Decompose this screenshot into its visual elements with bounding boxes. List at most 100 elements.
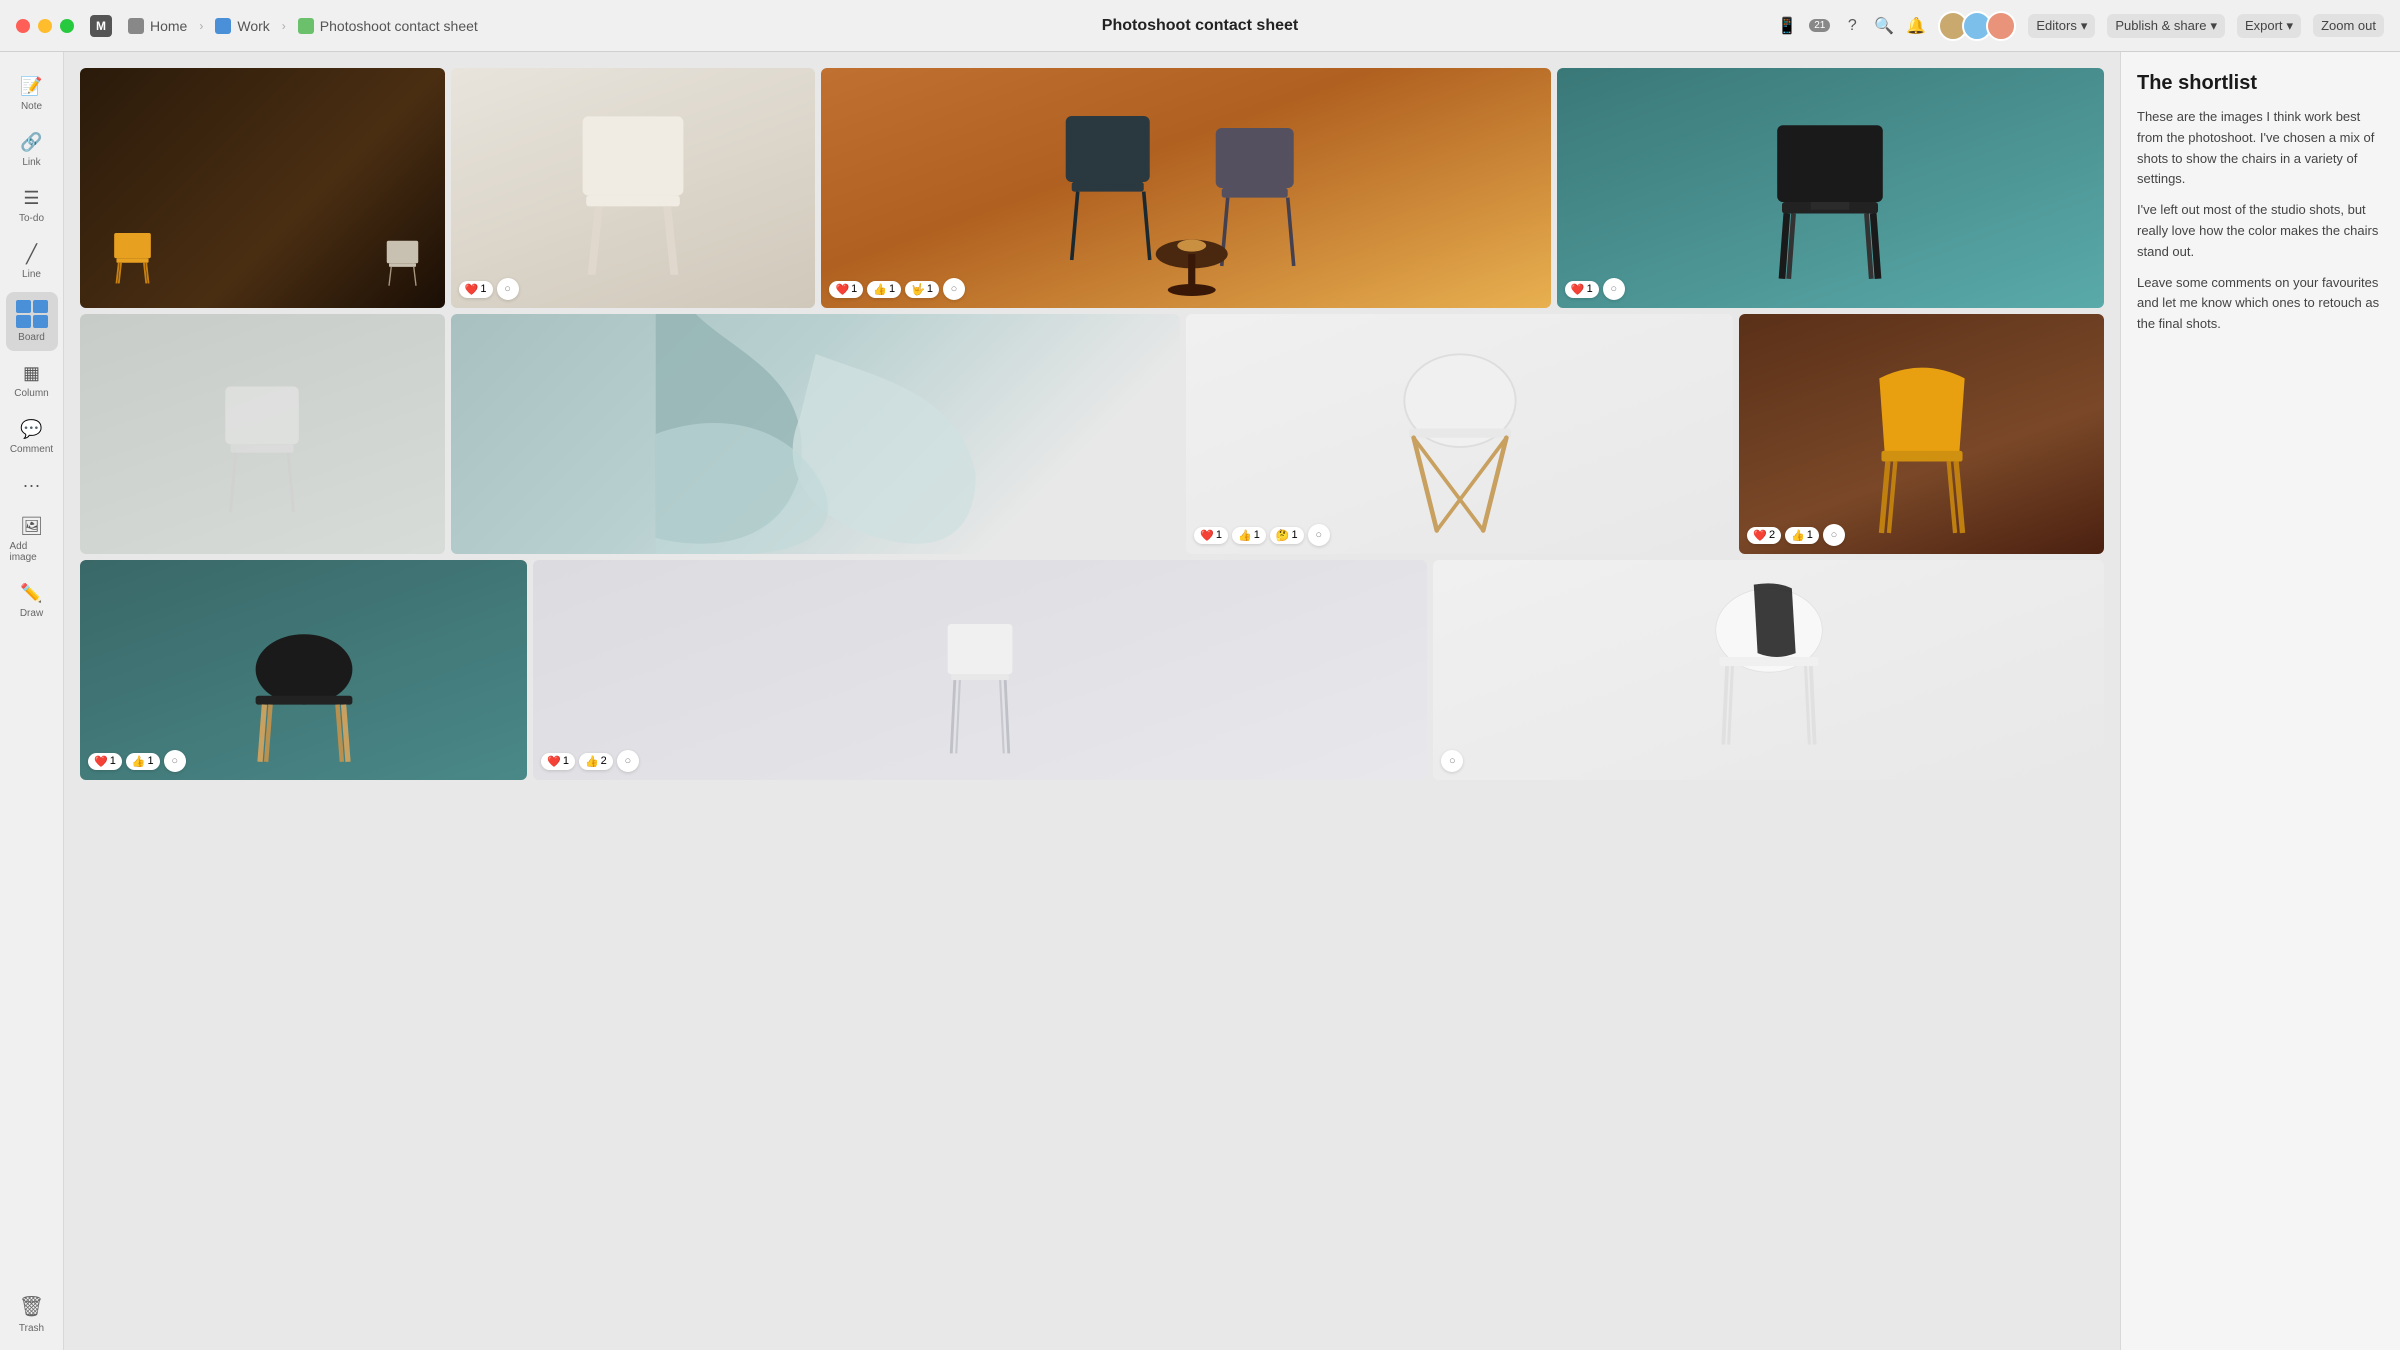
- image-row-2: ❤️ 1 👍 1 🤔 1 ○: [80, 314, 2104, 554]
- work-label: Work: [237, 18, 269, 34]
- board-icon: [16, 300, 48, 328]
- reaction-muscle-3[interactable]: 🤟 1: [905, 281, 939, 298]
- sidebar-item-line-label: Line: [22, 269, 41, 280]
- sidebar-item-board[interactable]: Board: [6, 292, 58, 351]
- sidebar-item-more[interactable]: ···: [6, 467, 58, 504]
- reaction-heart-4[interactable]: ❤️ 1: [1565, 281, 1599, 298]
- add-reaction-btn[interactable]: ○: [497, 278, 519, 300]
- page-icon: [298, 18, 314, 34]
- reaction-heart[interactable]: ❤️ 1: [459, 281, 493, 298]
- trash-icon: 🗑: [19, 1294, 44, 1319]
- editors-avatars: [1938, 11, 2016, 41]
- panel-text-1: These are the images I think work best f…: [2137, 107, 2384, 190]
- sidebar-item-column[interactable]: ▦ Column: [6, 355, 58, 407]
- reactions-2: ❤️ 1 ○: [459, 278, 519, 300]
- breadcrumb: Home › Work › Photoshoot contact sheet: [120, 14, 486, 38]
- image-cell-6[interactable]: [451, 314, 1180, 554]
- reaction-thumb-8[interactable]: 👍 1: [1785, 527, 1819, 544]
- reactions-10: ❤️ 1 👍 2 ○: [541, 750, 639, 772]
- reaction-thumb-3[interactable]: 👍 1: [867, 281, 901, 298]
- titlebar-actions: 📱 21 ? 🔍 🔔 Editors ▾ Publish & share ▾ E…: [1777, 11, 2384, 41]
- image-cell-3[interactable]: ❤️ 1 👍 1 🤟 1 ○: [821, 68, 1550, 308]
- sidebar-item-draw[interactable]: ✏️ Draw: [6, 575, 58, 627]
- add-reaction-btn-3[interactable]: ○: [943, 278, 965, 300]
- reaction-think-7[interactable]: 🤔 1: [1270, 527, 1304, 544]
- publish-share-button[interactable]: Publish & share ▾: [2107, 14, 2225, 38]
- reaction-heart-9[interactable]: ❤️ 1: [88, 753, 122, 770]
- panel-title: The shortlist: [2137, 72, 2384, 95]
- image-cell-2[interactable]: ❤️ 1 ○: [451, 68, 816, 308]
- export-button[interactable]: Export ▾: [2237, 14, 2301, 38]
- avatar-3: [1986, 11, 2016, 41]
- home-icon: [128, 18, 144, 34]
- todo-icon: ☰: [23, 188, 39, 209]
- content-area: 0 Unsorted: [64, 52, 2120, 1350]
- sidebar-item-link-label: Link: [22, 157, 40, 168]
- reactions-4: ❤️ 1 ○: [1565, 278, 1625, 300]
- sidebar-item-comment[interactable]: 💬 Comment: [6, 411, 58, 463]
- app-icon: M: [90, 15, 112, 37]
- reactions-3: ❤️ 1 👍 1 🤟 1 ○: [829, 278, 964, 300]
- trash-label: Trash: [19, 1323, 44, 1334]
- sidebar-item-draw-label: Draw: [20, 608, 43, 619]
- add-reaction-btn-7[interactable]: ○: [1308, 524, 1330, 546]
- add-reaction-btn-8[interactable]: ○: [1823, 524, 1845, 546]
- breadcrumb-work[interactable]: Work: [207, 14, 277, 38]
- sidebar-item-line[interactable]: ╱ Line: [6, 236, 58, 288]
- image-row-1: ❤️ 1 ○: [80, 68, 2104, 308]
- device-icon[interactable]: 📱: [1777, 16, 1797, 36]
- image-cell-9[interactable]: ❤️ 1 👍 1 ○: [80, 560, 527, 780]
- reaction-heart-3[interactable]: ❤️ 1: [829, 281, 863, 298]
- add-reaction-btn-9[interactable]: ○: [164, 750, 186, 772]
- sidebar-item-link[interactable]: 🔗 Link: [6, 124, 58, 176]
- image-cell-5[interactable]: [80, 314, 445, 554]
- image-cell-1[interactable]: [80, 68, 445, 308]
- close-button[interactable]: [16, 19, 30, 33]
- sidebar-item-note-label: Note: [21, 101, 42, 112]
- reaction-heart-8[interactable]: ❤️ 2: [1747, 527, 1781, 544]
- reactions-7: ❤️ 1 👍 1 🤔 1 ○: [1194, 524, 1329, 546]
- image-cell-10[interactable]: ❤️ 1 👍 2 ○: [533, 560, 1427, 780]
- minimize-button[interactable]: [38, 19, 52, 33]
- search-icon[interactable]: 🔍: [1874, 16, 1894, 36]
- home-label: Home: [150, 18, 187, 34]
- titlebar: M Home › Work › Photoshoot contact sheet…: [0, 0, 2400, 52]
- line-icon: ╱: [26, 244, 37, 265]
- breadcrumb-home[interactable]: Home: [120, 14, 195, 38]
- breadcrumb-page[interactable]: Photoshoot contact sheet: [290, 14, 486, 38]
- sidebar-item-todo-label: To-do: [19, 213, 44, 224]
- panel-text-3: Leave some comments on your favourites a…: [2137, 273, 2384, 335]
- help-icon[interactable]: ?: [1842, 16, 1862, 36]
- reaction-thumb-10[interactable]: 👍 2: [579, 753, 613, 770]
- image-cell-8[interactable]: ❤️ 2 👍 1 ○: [1739, 314, 2104, 554]
- page-label: Photoshoot contact sheet: [320, 18, 478, 34]
- image-cell-4[interactable]: ❤️ 1 ○: [1557, 68, 2104, 308]
- reaction-heart-10[interactable]: ❤️ 1: [541, 753, 575, 770]
- trash-button[interactable]: 🗑 Trash: [6, 1294, 58, 1334]
- sidebar-item-note[interactable]: 📝 Note: [6, 68, 58, 120]
- add-reaction-btn-4[interactable]: ○: [1603, 278, 1625, 300]
- more-icon: ···: [23, 475, 41, 496]
- sidebar-item-add-image-label: Add image: [10, 541, 54, 563]
- reaction-thumb-9[interactable]: 👍 1: [126, 753, 160, 770]
- add-reaction-btn-11[interactable]: ○: [1441, 750, 1463, 772]
- sidebar-item-add-image[interactable]: 🖼 Add image: [6, 508, 58, 571]
- image-row-3: ❤️ 1 👍 1 ○: [80, 560, 2104, 780]
- reaction-thumb-7[interactable]: 👍 1: [1232, 527, 1266, 544]
- notification-icon[interactable]: 🔔: [1906, 16, 1926, 36]
- maximize-button[interactable]: [60, 19, 74, 33]
- sidebar: 📝 Note 🔗 Link ☰ To-do ╱ Line Board ▦ C: [0, 52, 64, 1350]
- sidebar-item-board-label: Board: [18, 332, 45, 343]
- image-cell-11[interactable]: ○: [1433, 560, 2104, 780]
- zoom-out-button[interactable]: Zoom out: [2313, 14, 2384, 37]
- sidebar-item-column-label: Column: [14, 388, 48, 399]
- image-cell-7[interactable]: ❤️ 1 👍 1 🤔 1 ○: [1186, 314, 1733, 554]
- editors-button[interactable]: Editors ▾: [2028, 14, 2095, 38]
- page-title: Photoshoot contact sheet: [1102, 17, 1298, 35]
- add-reaction-btn-10[interactable]: ○: [617, 750, 639, 772]
- sidebar-item-comment-label: Comment: [10, 444, 53, 455]
- panel-text-2: I've left out most of the studio shots, …: [2137, 200, 2384, 262]
- work-icon: [215, 18, 231, 34]
- sidebar-item-todo[interactable]: ☰ To-do: [6, 180, 58, 232]
- reaction-heart-7[interactable]: ❤️ 1: [1194, 527, 1228, 544]
